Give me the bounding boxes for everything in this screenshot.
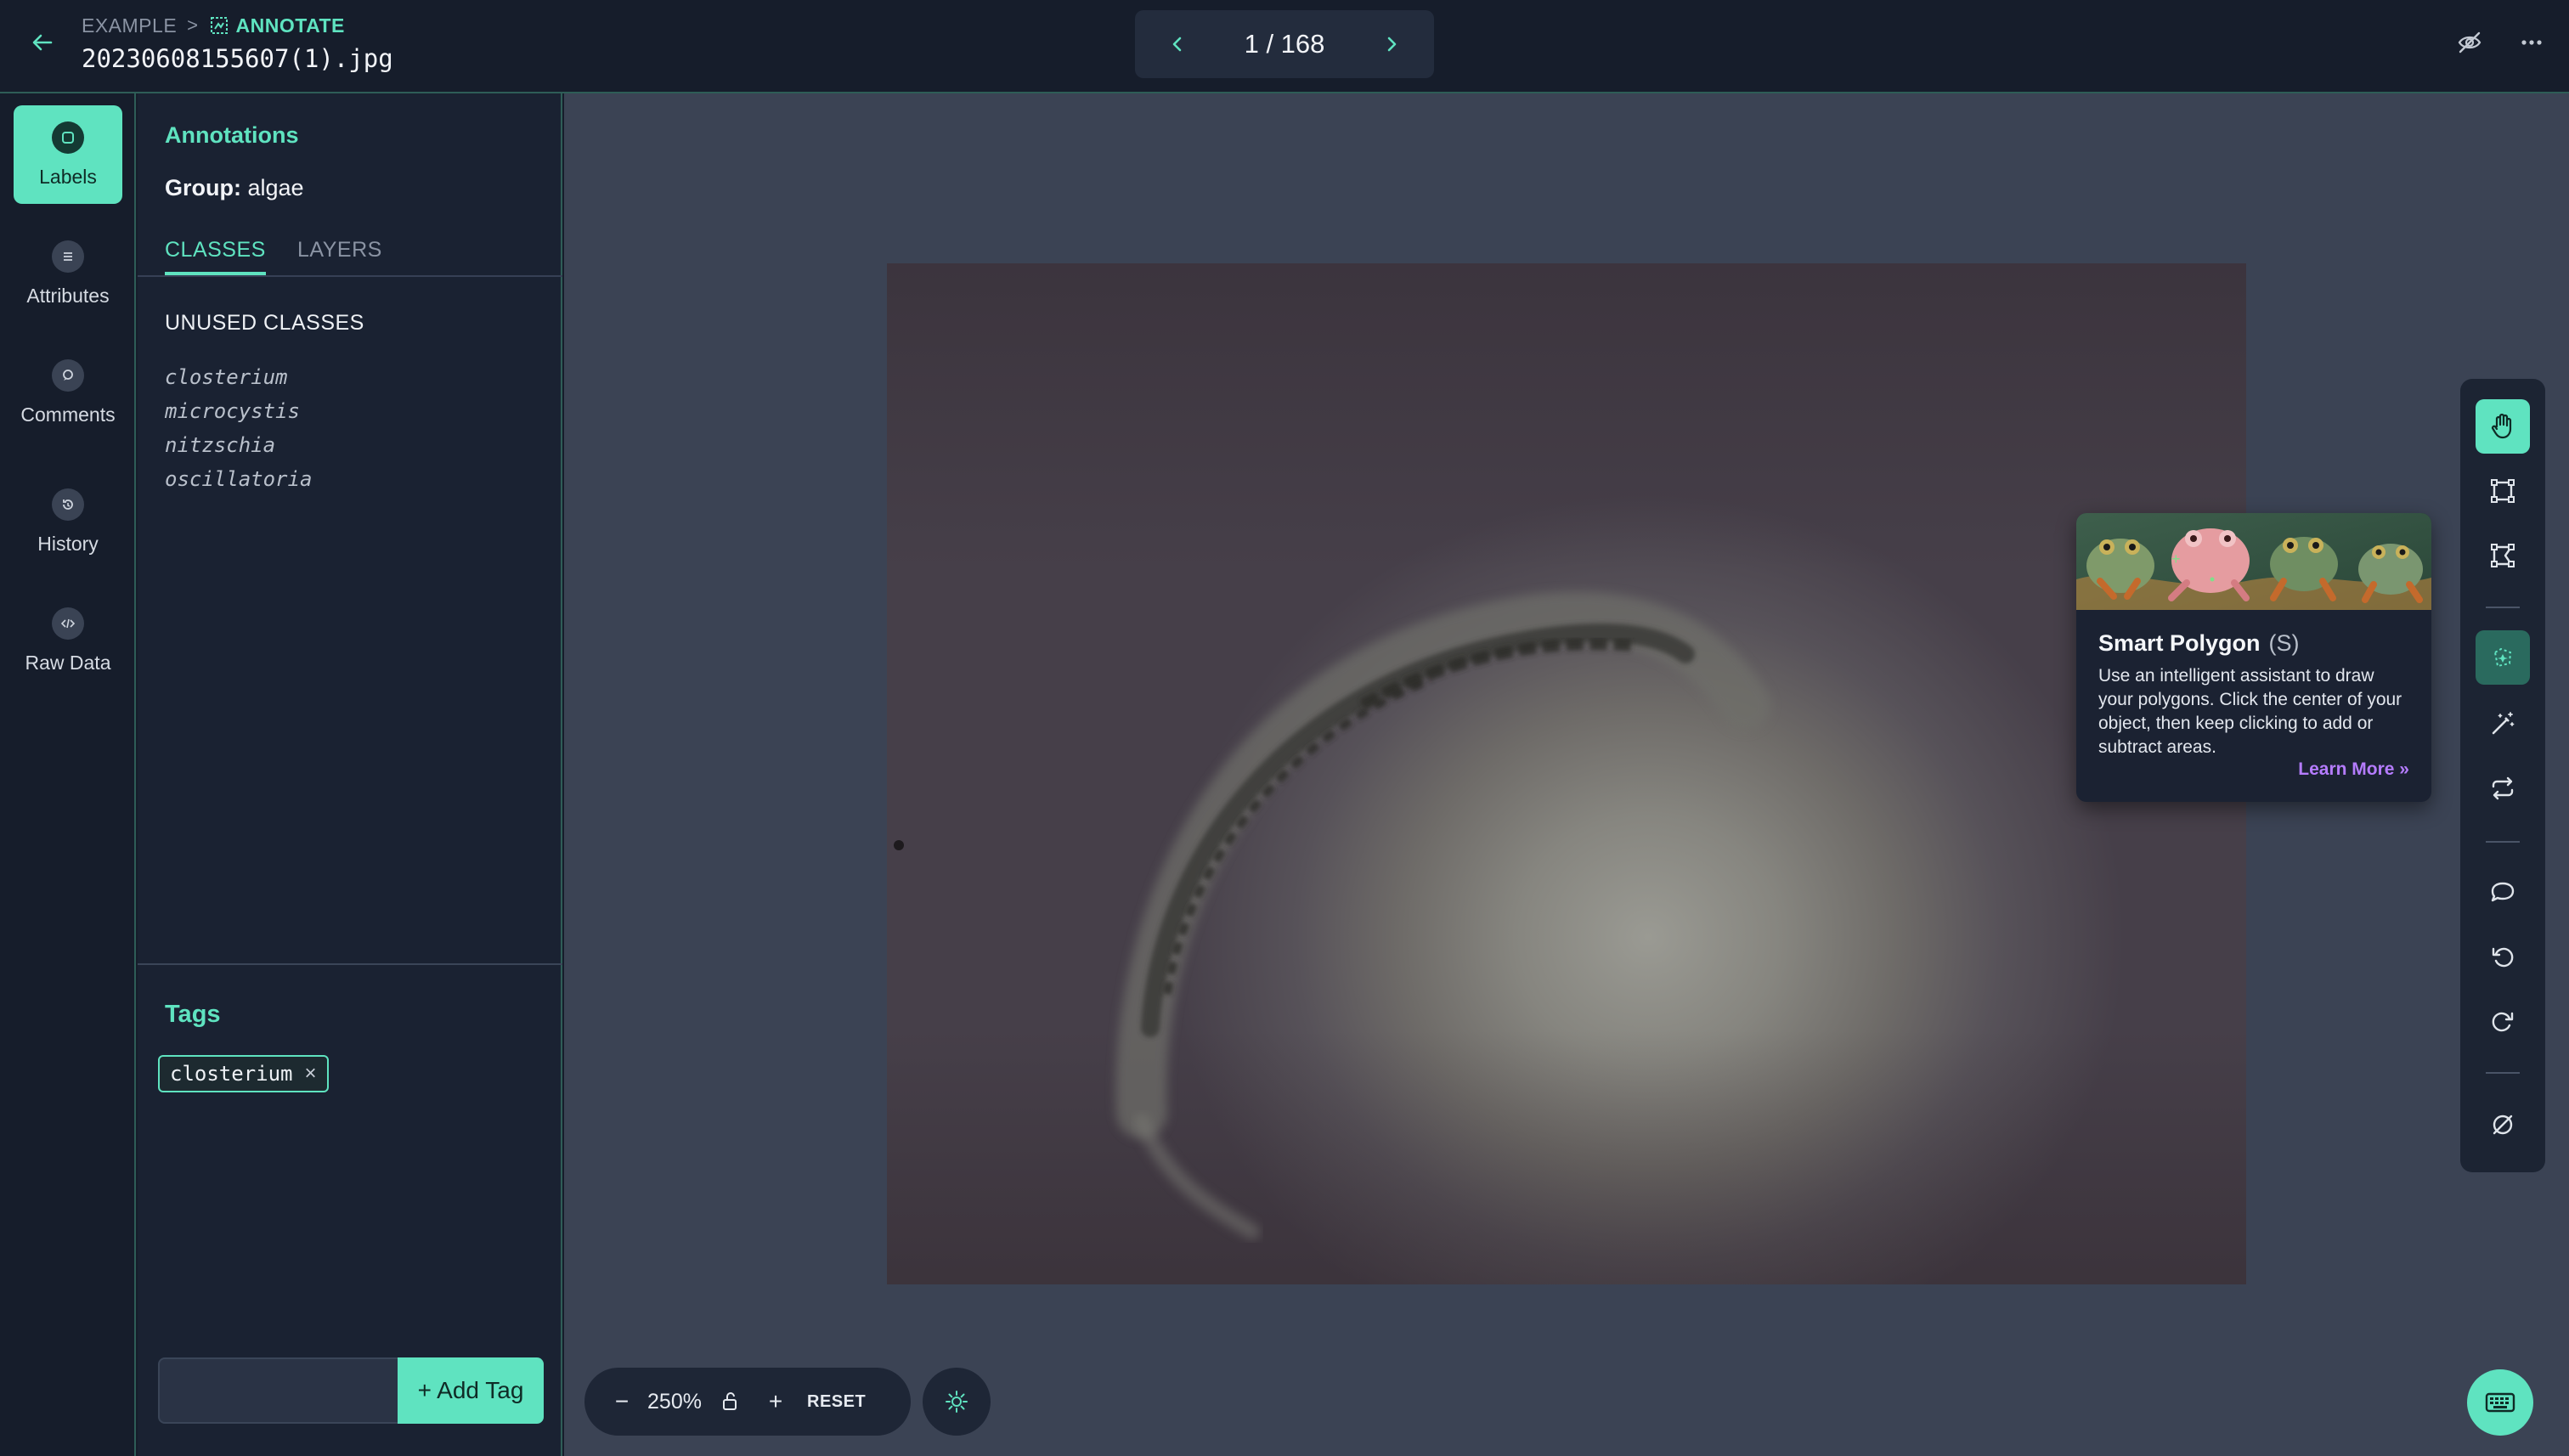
chevron-right-icon <box>1387 37 1397 52</box>
annotation-image[interactable] <box>887 263 2246 1284</box>
pager-count: 1 / 168 <box>1244 29 1325 59</box>
learn-more-link[interactable]: Learn More » <box>2298 759 2409 780</box>
panel-divider <box>138 963 562 965</box>
file-name: 20230608155607(1).jpg <box>82 44 393 73</box>
more-horizontal-icon <box>2521 40 2542 45</box>
hide-annotations-button[interactable] <box>2451 24 2488 61</box>
undo-button[interactable] <box>2476 929 2530 984</box>
breadcrumb-current: ANNOTATE <box>209 14 345 37</box>
rail-label-raw-data: Raw Data <box>25 651 111 674</box>
tool-bar <box>2460 379 2545 1172</box>
brightness-button[interactable] <box>923 1368 991 1436</box>
comment-tool-button[interactable] <box>2476 865 2530 919</box>
tab-classes[interactable]: CLASSES <box>165 238 266 275</box>
group-line: Group: algae <box>165 175 304 201</box>
rail-label-comments: Comments <box>20 403 116 426</box>
class-item[interactable]: closterium <box>165 360 312 394</box>
repeat-icon <box>2492 776 2514 800</box>
arrow-left-icon <box>32 34 53 51</box>
repeat-tool-button[interactable] <box>2476 761 2530 815</box>
null-annotation-button[interactable] <box>2476 1098 2530 1152</box>
unused-classes-title: UNUSED CLASSES <box>165 311 364 335</box>
rail-item-history[interactable]: History <box>14 472 122 571</box>
rail-item-attributes[interactable]: Attributes <box>14 224 122 323</box>
rail-label-history: History <box>37 532 99 555</box>
tag-chip-label: closterium <box>170 1062 293 1086</box>
breadcrumb-current-label: ANNOTATE <box>235 14 345 37</box>
redo-icon <box>2492 1012 2514 1032</box>
undo-icon <box>2492 947 2514 968</box>
annotate-icon <box>210 17 228 34</box>
rail-item-comments[interactable]: Comments <box>14 343 122 442</box>
zoom-controls: − 250% + RESET <box>584 1368 911 1436</box>
smart-polygon-tool-button[interactable] <box>2476 630 2530 685</box>
chevron-left-icon <box>1172 37 1182 52</box>
zoom-in-button[interactable]: + <box>753 1388 799 1415</box>
tag-chip: closterium × <box>158 1055 329 1092</box>
bounding-box-tool-button[interactable] <box>2476 464 2530 518</box>
tag-input[interactable] <box>158 1357 401 1424</box>
tab-layers[interactable]: LAYERS <box>297 238 382 275</box>
bounding-box-icon <box>2491 479 2515 503</box>
next-image-button[interactable] <box>1376 29 1407 59</box>
hand-icon <box>2491 413 2512 439</box>
group-key: Group: <box>165 175 241 200</box>
zoom-level: 250% <box>647 1389 702 1414</box>
tag-icon <box>52 121 84 154</box>
tooltip-shortcut: (S) <box>2268 630 2300 656</box>
polygon-icon <box>2491 544 2515 567</box>
image-pager: 1 / 168 <box>1135 10 1434 78</box>
keyboard-icon <box>2485 1392 2515 1413</box>
unlock-icon <box>723 1392 737 1410</box>
unused-classes-list: closterium microcystis nitzschia oscilla… <box>165 360 312 496</box>
rail-label-labels: Labels <box>39 165 97 188</box>
panel-tabs: CLASSES LAYERS <box>138 224 562 277</box>
keyboard-shortcuts-button[interactable] <box>2467 1369 2533 1436</box>
remove-tag-icon[interactable]: × <box>305 1062 317 1086</box>
tags-title: Tags <box>165 1001 221 1028</box>
rail-label-attributes: Attributes <box>26 284 110 307</box>
class-item[interactable]: nitzschia <box>165 428 312 462</box>
null-icon <box>2493 1115 2513 1135</box>
polygon-tool-button[interactable] <box>2476 528 2530 583</box>
breadcrumb: EXAMPLE > ANNOTATE <box>82 14 345 37</box>
group-value: algae <box>247 175 304 200</box>
history-icon <box>52 488 84 521</box>
breadcrumb-root[interactable]: EXAMPLE <box>82 14 177 37</box>
comment-icon <box>52 358 84 392</box>
breadcrumb-separator: > <box>187 14 199 36</box>
redo-button[interactable] <box>2476 994 2530 1048</box>
back-arrow-button[interactable] <box>25 25 59 59</box>
eye-off-icon <box>2458 31 2481 54</box>
rail-item-labels[interactable]: Labels <box>14 105 122 204</box>
magic-wand-tool-button[interactable] <box>2476 697 2530 751</box>
sun-icon <box>946 1391 968 1413</box>
toolbar-divider <box>2486 841 2520 843</box>
previous-image-button[interactable] <box>1162 29 1193 59</box>
class-item[interactable]: microcystis <box>165 394 312 428</box>
toolbar-divider <box>2486 1072 2520 1074</box>
add-tag-button[interactable]: + Add Tag <box>398 1357 544 1424</box>
top-bar: EXAMPLE > ANNOTATE 20230608155607(1).jpg… <box>0 0 2569 93</box>
algae-specimen-image <box>894 591 1770 1239</box>
magic-wand-icon <box>2492 712 2515 735</box>
toolbar-divider <box>2486 607 2520 608</box>
left-rail: Labels Attributes Comments History Raw D… <box>0 93 136 1456</box>
class-item[interactable]: oscillatoria <box>165 462 312 496</box>
annotations-panel: Annotations Group: algae CLASSES LAYERS … <box>138 93 562 1456</box>
comment-icon <box>2491 882 2515 902</box>
list-icon <box>52 240 84 273</box>
pan-tool-button[interactable] <box>2476 399 2530 454</box>
more-options-button[interactable] <box>2513 24 2550 61</box>
code-icon <box>52 607 84 640</box>
zoom-reset-button[interactable]: RESET <box>807 1392 866 1412</box>
rail-item-raw-data[interactable]: Raw Data <box>14 591 122 690</box>
smart-polygon-icon <box>2493 647 2512 668</box>
panel-title: Annotations <box>165 122 299 148</box>
zoom-lock-button[interactable] <box>709 1391 753 1413</box>
zoom-out-button[interactable]: − <box>603 1388 641 1415</box>
